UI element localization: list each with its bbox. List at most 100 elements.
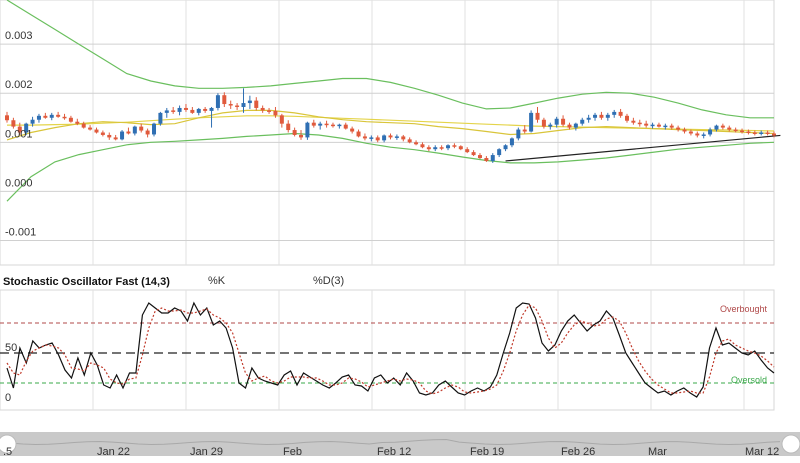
legend-d: %D(3): [313, 275, 344, 287]
candle-body: [75, 121, 80, 124]
candle-body: [235, 105, 240, 108]
candle-body: [580, 119, 585, 124]
price-series: [6, 0, 781, 202]
candle-body: [292, 130, 297, 135]
candle-body: [695, 133, 700, 136]
candle-body: [311, 122, 316, 126]
candle-body: [669, 125, 674, 128]
x-axis-label: Feb 19: [470, 446, 504, 458]
candle-body: [535, 112, 540, 120]
candle-body: [324, 123, 329, 126]
candle-body: [720, 125, 725, 128]
candle-body: [509, 138, 514, 146]
candle-body: [733, 129, 738, 132]
price-y-tick-labels: 0.003 0.002 0.001 0.000 -0.001: [5, 30, 36, 238]
oversold-label: Oversold: [731, 375, 767, 385]
candle-body: [439, 147, 444, 149]
candle-body: [708, 129, 713, 135]
candle-body: [452, 145, 457, 147]
candle-body: [267, 110, 272, 112]
candle-body: [152, 123, 157, 135]
candle-body: [196, 108, 201, 113]
x-axis-label: Jan 22: [97, 446, 130, 458]
candle-body: [164, 110, 169, 113]
candle-body: [254, 100, 259, 108]
candle-body: [177, 107, 182, 112]
candle-body: [94, 129, 99, 133]
x-axis-label: Mar 12: [745, 446, 779, 458]
candle-body: [56, 114, 61, 117]
trendline: [505, 134, 781, 162]
candle-body: [701, 134, 706, 136]
candle-body: [650, 124, 655, 127]
candle-body: [612, 111, 617, 115]
candle-body: [260, 107, 265, 111]
x-axis-label: Jan 29: [190, 446, 223, 458]
candle-body: [183, 107, 188, 110]
candle-body: [759, 132, 764, 134]
candle-body: [618, 111, 623, 116]
candle-body: [682, 129, 687, 132]
candle-body: [407, 139, 412, 143]
candle-body: [516, 129, 521, 139]
candle-body: [100, 132, 105, 135]
candle-body: [88, 127, 93, 130]
candle-body: [484, 158, 489, 161]
candle-body: [586, 117, 591, 120]
candle-body: [382, 135, 387, 141]
candle-body: [676, 127, 681, 130]
candle-body: [727, 127, 732, 130]
candle-body: [567, 124, 572, 128]
candle-body: [503, 145, 508, 150]
candle-body: [120, 131, 125, 140]
candle-body: [62, 116, 67, 119]
candle-body: [656, 124, 661, 127]
candle-body: [318, 123, 323, 126]
navigator-right-handle[interactable]: [781, 434, 800, 454]
x-axis-label: Feb: [283, 446, 302, 458]
oscillator-header: Stochastic Oscillator Fast (14,3) %K %D(…: [3, 275, 344, 288]
candle-body: [637, 122, 642, 125]
x-axis-label: Feb 26: [561, 446, 595, 458]
candle-body: [215, 95, 220, 108]
x-axis-label: Mar: [648, 446, 667, 458]
candle-body: [209, 107, 214, 111]
candle-body: [286, 123, 291, 131]
candle-body: [522, 129, 527, 132]
price-plot-frame: [0, 0, 775, 266]
candle-body: [765, 132, 770, 134]
candle-body: [132, 126, 137, 134]
candle-body: [126, 131, 131, 134]
x-axis-label: Feb 12: [377, 446, 411, 458]
candle-body: [554, 118, 559, 125]
candle-body: [241, 103, 246, 107]
oscillator-y-tick: 0: [5, 392, 11, 404]
candle-body: [158, 112, 163, 124]
candle-body: [599, 114, 604, 118]
candle-body: [273, 110, 278, 116]
candle-body: [5, 115, 9, 121]
price-grid: [0, 0, 775, 266]
candle-body: [330, 124, 335, 127]
oscillator-title: Stochastic Oscillator Fast (14,3): [3, 276, 170, 288]
candle-body: [171, 110, 176, 112]
candle-body: [477, 155, 482, 159]
candle-body: [746, 131, 751, 134]
candle-body: [11, 120, 16, 127]
candle-body: [299, 134, 304, 138]
x-axis-labels: .5 Jan 22 Jan 29 Feb Feb 12 Feb 19 Feb 26 Mar Ma…: [3, 446, 779, 458]
candle-body: [605, 114, 610, 118]
candle-body: [465, 149, 470, 153]
oscillator-y-tick: 50: [5, 342, 17, 354]
price-y-tick: 0.001: [5, 128, 33, 140]
candle-body: [561, 118, 566, 125]
candle-body: [49, 114, 54, 118]
candle-body: [541, 119, 546, 127]
candle-body: [663, 125, 668, 128]
candle-body: [394, 136, 399, 138]
candle-body: [375, 137, 380, 141]
candle-body: [490, 155, 495, 161]
candle-body: [145, 130, 150, 135]
candle-body: [624, 115, 629, 121]
candle-body: [190, 109, 195, 113]
